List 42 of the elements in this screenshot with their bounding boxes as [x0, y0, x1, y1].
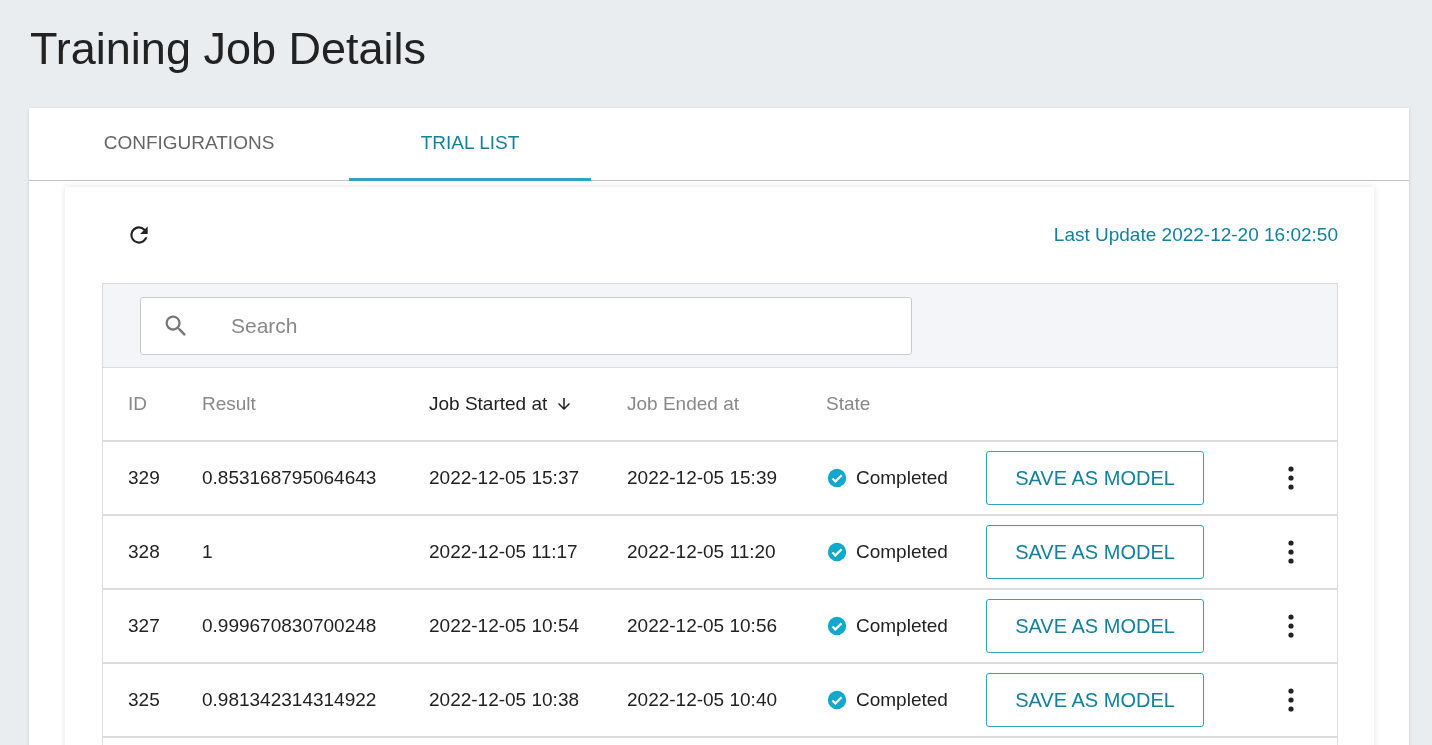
table-cell: 1 [202, 541, 213, 563]
table-cell: 2022-12-05 10:56 [627, 615, 777, 637]
table-cell: 0.853168795064643 [202, 467, 377, 489]
save-as-model-button[interactable]: SAVE AS MODEL [986, 525, 1204, 579]
check-circle-icon [826, 541, 848, 563]
save-as-model-button[interactable]: SAVE AS MODEL [986, 599, 1204, 653]
column-header[interactable]: Job Started at [429, 393, 574, 415]
state-text: Completed [856, 541, 948, 563]
state-text: Completed [856, 467, 948, 489]
more-icon[interactable] [1287, 614, 1294, 638]
state-text: Completed [856, 615, 948, 637]
save-as-model-button[interactable]: SAVE AS MODEL [986, 673, 1204, 727]
table-cell: 2022-12-05 10:54 [429, 615, 579, 637]
column-header[interactable]: Job Ended at [627, 393, 739, 415]
table-cell: 2022-12-05 10:40 [627, 689, 777, 711]
more-icon[interactable] [1287, 540, 1294, 564]
table-cell: 327 [128, 615, 160, 637]
column-header[interactable]: Result [202, 393, 256, 415]
table-cell: 325 [128, 689, 160, 711]
table-cell: 2022-12-05 11:20 [627, 541, 776, 563]
check-circle-icon [826, 689, 848, 711]
column-header[interactable]: State [826, 393, 871, 415]
table-cell: 329 [128, 467, 160, 489]
check-circle-icon [826, 615, 848, 637]
table-cell: 328 [128, 541, 160, 563]
table-cell: 0.999670830700248 [202, 615, 377, 637]
more-icon[interactable] [1287, 688, 1294, 712]
table-cell: 2022-12-05 15:39 [627, 467, 777, 489]
save-as-model-button[interactable]: SAVE AS MODEL [986, 451, 1204, 505]
tab[interactable]: CONFIGURATIONS [29, 108, 349, 181]
column-header[interactable]: ID [128, 393, 147, 415]
table-cell: 2022-12-05 15:37 [429, 467, 579, 489]
table-cell: 2022-12-05 10:38 [429, 689, 579, 711]
state-text: Completed [856, 689, 948, 711]
check-circle-icon [826, 467, 848, 489]
page-title: Training Job Details [29, 22, 427, 76]
more-icon[interactable] [1287, 466, 1294, 490]
table-cell: 2022-12-05 11:17 [429, 541, 578, 563]
table-cell: 0.981342314314922 [202, 689, 377, 711]
search-field[interactable]: Search [140, 297, 912, 355]
last-update-text: Last Update 2022-12-20 16:02:50 [1053, 224, 1338, 246]
tab[interactable]: TRIAL LIST [349, 108, 591, 181]
